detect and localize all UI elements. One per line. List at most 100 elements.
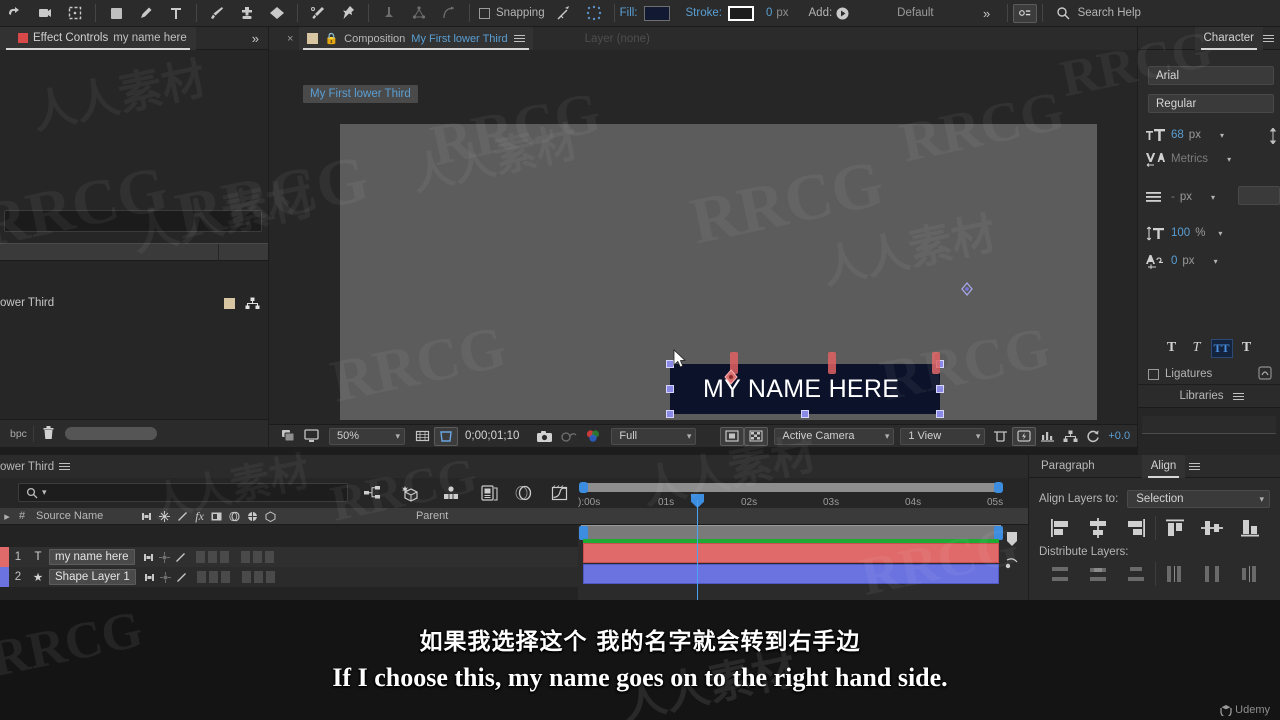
- leading-chevron-icon[interactable]: ▾: [1211, 193, 1215, 202]
- font-family-field[interactable]: Arial: [1148, 66, 1274, 85]
- work-area-start-handle[interactable]: [579, 482, 588, 493]
- region-of-interest-icon[interactable]: [434, 426, 458, 446]
- libraries-search-field[interactable]: [1142, 416, 1276, 434]
- selection-handle-bc[interactable]: [801, 410, 809, 418]
- audio-video-switch-icon[interactable]: [144, 572, 155, 583]
- snapping-points-icon[interactable]: [579, 1, 609, 25]
- kerning-value[interactable]: Metrics: [1171, 153, 1208, 165]
- kerning-chevron-icon[interactable]: ▾: [1227, 155, 1231, 164]
- layer-color-swatch[interactable]: [0, 547, 9, 567]
- resolution-select[interactable]: Full ▾: [611, 427, 697, 445]
- channels-icon[interactable]: [581, 427, 605, 446]
- views-select[interactable]: 1 View ▾: [900, 427, 986, 445]
- layer-name[interactable]: my name here: [49, 549, 135, 565]
- vertical-scale-row[interactable]: 100 % ▾: [1144, 224, 1222, 242]
- baseline-shift-chevron-icon[interactable]: ▾: [1214, 257, 1218, 266]
- tab-timeline[interactable]: ower Third: [0, 455, 79, 478]
- composition-canvas[interactable]: MY NAME HERE: [340, 124, 1097, 420]
- comp-anchor-icon[interactable]: [959, 281, 975, 300]
- faux-bold-button[interactable]: T: [1161, 339, 1183, 358]
- distribute-vertical-center-button[interactable]: [1079, 562, 1117, 586]
- puppet-bend-icon[interactable]: [434, 1, 464, 25]
- baseline-shift-row[interactable]: 0 px ▾: [1144, 252, 1218, 270]
- ligatures-checkbox[interactable]: [1148, 368, 1159, 380]
- tab-effect-controls[interactable]: Effect Controls my name here: [0, 26, 196, 50]
- marquee-select-icon[interactable]: [60, 1, 90, 25]
- lock-switch-icon[interactable]: [176, 572, 187, 583]
- tracking-extra-icon[interactable]: [1268, 127, 1278, 147]
- text-handle-mid[interactable]: [828, 352, 836, 374]
- add-menu-icon[interactable]: [832, 1, 852, 25]
- roto-brush-icon[interactable]: [303, 1, 333, 25]
- parent-link-icon[interactable]: [245, 297, 260, 310]
- snapping-toggle[interactable]: Snapping: [479, 7, 545, 19]
- search-icon[interactable]: [1048, 1, 1078, 25]
- search-input[interactable]: ▾: [18, 483, 348, 502]
- kerning-row[interactable]: Metrics ▾: [1144, 150, 1231, 168]
- stroke-width-value[interactable]: 0: [766, 7, 772, 19]
- type-icon[interactable]: [161, 1, 191, 25]
- font-style-buttons[interactable]: T T TT T: [1138, 336, 1280, 360]
- lower-third-shape[interactable]: MY NAME HERE: [670, 364, 940, 414]
- align-target-select[interactable]: Selection ▾: [1127, 490, 1270, 508]
- align-bottom-button[interactable]: [1231, 516, 1269, 540]
- hide-shy-layers-icon[interactable]: [440, 482, 462, 504]
- distribute-left-button[interactable]: [1155, 562, 1193, 586]
- anchor-point-icon[interactable]: [723, 369, 739, 388]
- close-icon[interactable]: ×: [287, 33, 293, 45]
- layer-clip-shape[interactable]: [583, 564, 999, 584]
- eraser-icon[interactable]: [262, 1, 292, 25]
- shape-rect-icon[interactable]: [101, 1, 131, 25]
- work-area-track-end[interactable]: [994, 526, 1003, 540]
- align-horizontal-center-button[interactable]: [1079, 516, 1117, 540]
- layer-switches[interactable]: [144, 571, 187, 583]
- fill-swatch[interactable]: [643, 5, 670, 21]
- reset-exposure-icon[interactable]: [1082, 427, 1104, 446]
- composition-stage[interactable]: My First lower Third MY NAME HERE: [269, 50, 1137, 424]
- font-size-row[interactable]: 68 px ▾: [1144, 126, 1224, 144]
- layer-name[interactable]: Shape Layer 1: [49, 569, 136, 585]
- timeline-menu-icon[interactable]: [59, 461, 71, 472]
- tab-paragraph[interactable]: Paragraph: [1029, 455, 1104, 478]
- leading-row[interactable]: - px ▾: [1144, 188, 1215, 206]
- lower-third-text[interactable]: MY NAME HERE: [670, 364, 940, 414]
- bpc-button[interactable]: bpc: [4, 425, 34, 442]
- composition-controls[interactable]: 50% ▾ 0;00;01;10 Full ▾ Active Camera ▾ …: [269, 424, 1137, 447]
- layer-switches[interactable]: [143, 551, 186, 563]
- checkerboard-icon[interactable]: [744, 426, 769, 446]
- layer-clip-text[interactable]: [583, 543, 999, 563]
- brush-icon[interactable]: [202, 1, 232, 25]
- snapshot-icon[interactable]: [532, 427, 557, 446]
- main-view-icon[interactable]: [300, 427, 323, 446]
- timeline-right-icons[interactable]: [1005, 531, 1019, 571]
- transparency-grid-icon[interactable]: [720, 426, 745, 446]
- font-size-value[interactable]: 68: [1171, 129, 1184, 141]
- effect-controls-row[interactable]: ower Third: [0, 293, 268, 313]
- ligatures-extra-icon[interactable]: [1258, 366, 1272, 383]
- pixel-aspect-icon[interactable]: [989, 427, 1012, 446]
- current-timecode[interactable]: 0;00;01;10: [465, 430, 519, 442]
- layer-bar-grip-icon[interactable]: [1005, 557, 1019, 571]
- clone-stamp-icon[interactable]: [232, 1, 262, 25]
- text-handle-right[interactable]: [932, 352, 940, 374]
- comp-marker-icon[interactable]: [1005, 531, 1019, 547]
- tab-libraries[interactable]: Libraries: [1170, 385, 1232, 408]
- faux-italic-button[interactable]: T: [1186, 339, 1208, 358]
- ligatures-toggle[interactable]: Ligatures: [1148, 368, 1212, 380]
- expand-all-icon[interactable]: ▸: [0, 510, 14, 523]
- snapping-checkbox[interactable]: [479, 7, 490, 19]
- font-style-field[interactable]: Regular: [1148, 94, 1274, 113]
- effect-controls-field[interactable]: [4, 210, 262, 232]
- vertical-scale-chevron-icon[interactable]: ▾: [1218, 229, 1222, 238]
- tab-align[interactable]: Align: [1141, 454, 1186, 478]
- selection-icon[interactable]: [30, 1, 60, 25]
- puppet-overlap-icon[interactable]: [404, 1, 434, 25]
- always-preview-icon[interactable]: [277, 427, 300, 446]
- grid-guides-icon[interactable]: [411, 427, 434, 446]
- distribute-bottom-button[interactable]: [1117, 562, 1155, 586]
- all-caps-button[interactable]: TT: [1210, 338, 1233, 358]
- comp-flowchart-icon[interactable]: [1059, 427, 1082, 446]
- work-area-track-bar[interactable]: [579, 525, 1003, 540]
- graph-editor-icon[interactable]: [548, 482, 570, 504]
- lock-icon[interactable]: 🔒: [324, 32, 338, 45]
